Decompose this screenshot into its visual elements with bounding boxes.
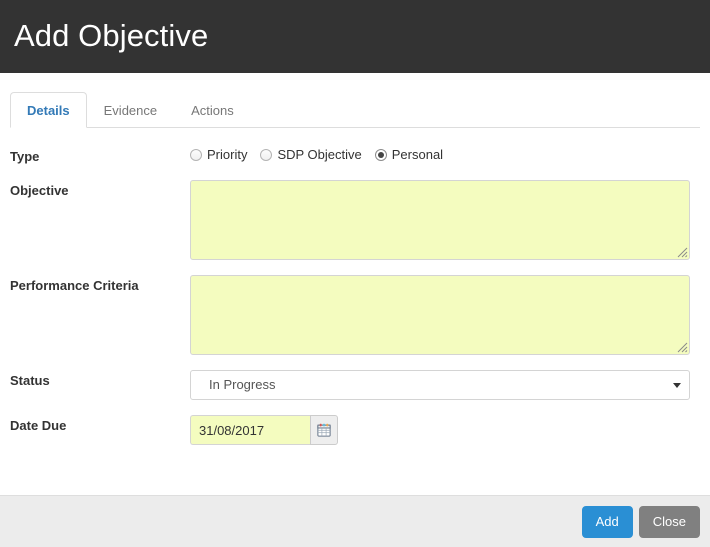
type-control: Priority SDP Objective Personal [190,146,700,163]
form-row-performance-criteria: Performance Criteria [10,275,700,355]
tab-bar: Details Evidence Actions [10,92,700,128]
performance-criteria-textarea-shell [190,275,690,355]
tab-actions[interactable]: Actions [174,92,251,128]
radio-priority[interactable]: Priority [190,147,247,163]
type-label: Type [10,149,40,164]
objective-textarea-shell [190,180,690,260]
radio-priority-label: Priority [207,147,248,162]
page-title: Add Objective [14,17,209,53]
modal-body: Details Evidence Actions Type Priority S… [0,73,710,495]
date-due-control [190,415,700,445]
status-select[interactable]: In Progress [190,370,690,400]
date-picker-button[interactable] [310,415,338,445]
performance-criteria-label: Performance Criteria [10,278,139,293]
add-button[interactable]: Add [581,505,633,538]
tab-evidence-link[interactable]: Evidence [87,92,174,128]
objective-form: Type Priority SDP Objective Personal Obj… [0,128,710,445]
status-select-shell: In Progress [190,370,690,400]
status-control: In Progress [190,370,700,400]
modal-footer: Add Close [0,495,710,547]
modal-header: Add Objective [0,0,710,73]
date-due-input-group [190,415,338,445]
radio-personal-dot[interactable] [374,149,387,161]
objective-control [190,180,700,260]
tab-details[interactable]: Details [10,92,87,128]
close-button[interactable]: Close [638,505,700,538]
date-due-input[interactable] [190,415,310,445]
radio-personal-label: Personal [391,147,444,162]
performance-criteria-textarea[interactable] [190,275,690,355]
radio-priority-dot[interactable] [190,149,202,161]
tab-evidence[interactable]: Evidence [87,92,174,128]
calendar-icon [317,423,331,437]
type-radio-group: Priority SDP Objective Personal [190,146,690,163]
date-due-label: Date Due [10,418,67,433]
add-objective-modal: Add Objective Details Evidence Actions T… [0,0,710,547]
form-row-date-due: Date Due [10,415,700,445]
tab-actions-link[interactable]: Actions [174,92,251,128]
performance-criteria-control [190,275,700,355]
radio-personal[interactable]: Personal [374,147,444,163]
form-row-type: Type Priority SDP Objective Personal [10,146,700,165]
tabs-container: Details Evidence Actions [0,73,710,128]
status-label: Status [10,373,50,388]
objective-textarea[interactable] [190,180,690,260]
radio-sdp-objective-dot[interactable] [260,149,273,161]
objective-label: Objective [10,183,69,198]
form-row-status: Status In Progress [10,370,700,400]
radio-sdp-objective[interactable]: SDP Objective [260,147,362,163]
radio-sdp-objective-label: SDP Objective [277,147,362,162]
tab-details-link[interactable]: Details [10,92,87,128]
form-row-objective: Objective [10,180,700,260]
